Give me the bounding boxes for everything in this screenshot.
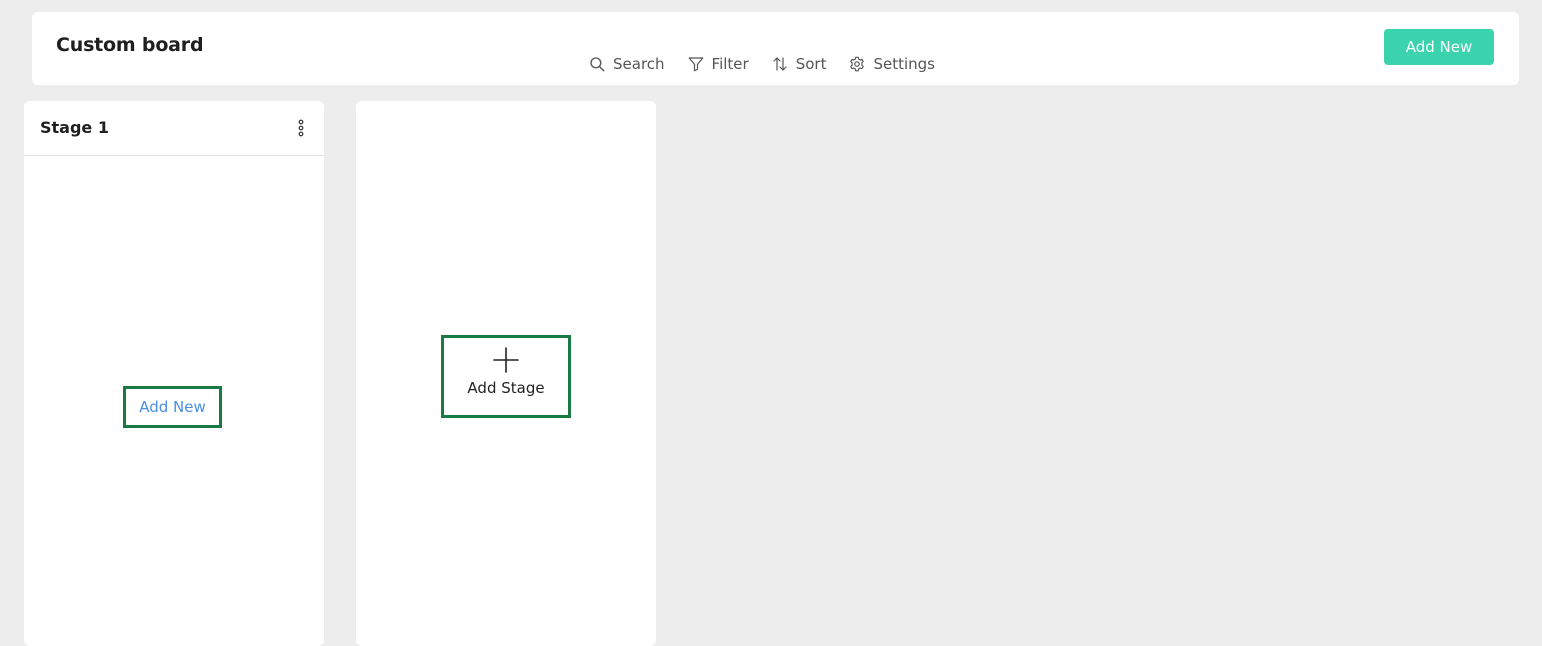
search-icon xyxy=(590,57,605,72)
search-button[interactable]: Search xyxy=(588,55,665,73)
stage-add-new-button[interactable]: Add New xyxy=(123,386,222,428)
sort-label: Sort xyxy=(795,55,827,73)
more-vertical-icon[interactable] xyxy=(296,119,306,137)
board-toolbar: Search Filter Sort Settings xyxy=(588,52,957,76)
filter-button[interactable]: Filter xyxy=(687,55,749,73)
add-stage-button[interactable]: Add Stage xyxy=(441,335,571,418)
stage-title: Stage 1 xyxy=(40,118,109,137)
settings-label: Settings xyxy=(873,55,935,73)
add-stage-label: Add Stage xyxy=(467,379,545,397)
board-title: Custom board xyxy=(56,34,204,56)
add-stage-column: Add Stage xyxy=(356,101,656,646)
settings-button[interactable]: Settings xyxy=(848,55,935,73)
board-header: Custom board Search Filter Sort Settings… xyxy=(32,12,1519,85)
sort-button[interactable]: Sort xyxy=(771,55,827,73)
gear-icon xyxy=(850,56,865,72)
filter-label: Filter xyxy=(711,55,749,73)
plus-icon xyxy=(493,347,519,373)
search-label: Search xyxy=(613,55,665,73)
stage-header: Stage 1 xyxy=(24,101,324,156)
stage-column-1: Stage 1 Add New xyxy=(24,101,324,646)
sort-icon xyxy=(773,57,787,71)
add-new-button[interactable]: Add New xyxy=(1384,29,1494,65)
filter-icon xyxy=(688,57,703,72)
